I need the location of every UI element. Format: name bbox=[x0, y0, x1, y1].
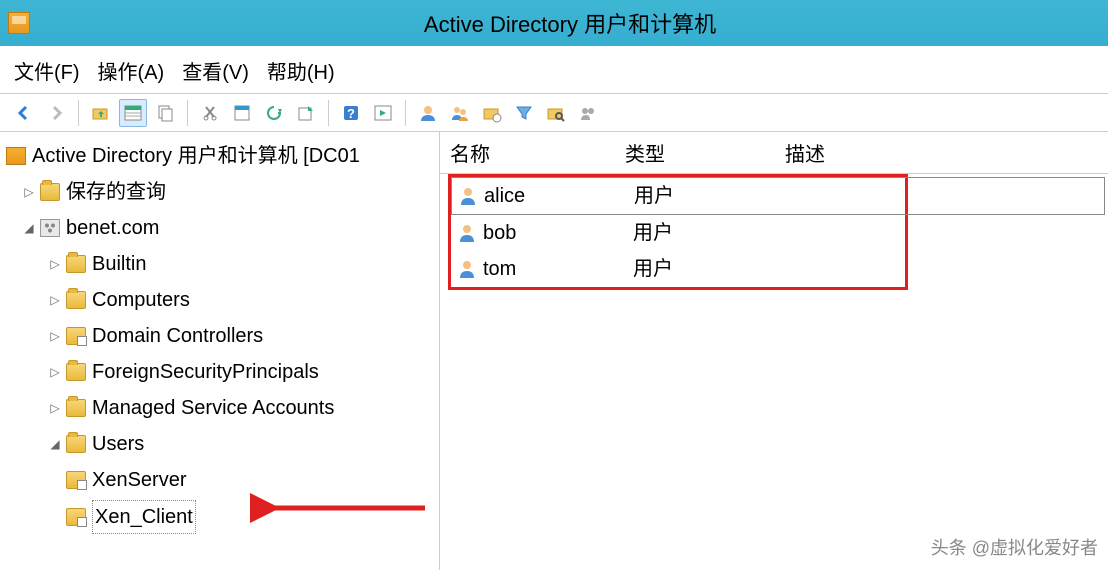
user-icon bbox=[458, 186, 478, 206]
list-row[interactable]: bob 用户 bbox=[451, 215, 905, 251]
menu-help[interactable]: 帮助(H) bbox=[267, 56, 335, 85]
new-group-button[interactable] bbox=[446, 99, 474, 127]
tree-msa-label: Managed Service Accounts bbox=[92, 392, 334, 424]
toolbar: ? bbox=[0, 94, 1108, 132]
find-button[interactable] bbox=[542, 99, 570, 127]
expand-icon[interactable]: ▷ bbox=[48, 257, 62, 271]
expand-icon[interactable]: ▷ bbox=[48, 329, 62, 343]
tree-saved-queries[interactable]: ▷ 保存的查询 bbox=[4, 174, 435, 210]
cut-button[interactable] bbox=[196, 99, 224, 127]
toolbar-separator bbox=[187, 100, 188, 126]
ou-icon bbox=[66, 471, 86, 489]
tree-foreign-security-principals[interactable]: ▷ ForeignSecurityPrincipals bbox=[4, 354, 435, 390]
details-view-button[interactable] bbox=[119, 99, 147, 127]
tree-builtin-label: Builtin bbox=[92, 248, 146, 280]
mmc-icon bbox=[6, 147, 26, 165]
toolbar-separator bbox=[328, 100, 329, 126]
tree-domain-controllers[interactable]: ▷ Domain Controllers bbox=[4, 318, 435, 354]
tree-domain[interactable]: ◢ benet.com bbox=[4, 210, 435, 246]
list-row[interactable]: alice 用户 bbox=[451, 177, 1105, 215]
domain-icon bbox=[40, 219, 60, 237]
expand-icon[interactable]: ▷ bbox=[48, 365, 62, 379]
refresh-button[interactable] bbox=[260, 99, 288, 127]
toolbar-separator bbox=[78, 100, 79, 126]
expand-icon[interactable]: ▷ bbox=[22, 185, 36, 199]
new-ou-button[interactable] bbox=[478, 99, 506, 127]
tree-dc-label: Domain Controllers bbox=[92, 320, 263, 352]
collapse-icon[interactable]: ◢ bbox=[48, 437, 62, 451]
toolbar-separator bbox=[405, 100, 406, 126]
tree-managed-service-accounts[interactable]: ▷ Managed Service Accounts bbox=[4, 390, 435, 426]
tree-xenclient-label: Xen_Client bbox=[92, 500, 196, 534]
user-icon bbox=[457, 259, 477, 279]
tree-users[interactable]: ◢ Users bbox=[4, 426, 435, 462]
folder-icon bbox=[66, 255, 86, 273]
add-to-group-button[interactable] bbox=[574, 99, 602, 127]
list-cell-type: 用户 bbox=[633, 219, 793, 247]
list-row[interactable]: tom 用户 bbox=[451, 251, 905, 287]
menu-action[interactable]: 操作(A) bbox=[98, 56, 165, 85]
folder-icon bbox=[66, 399, 86, 417]
tree-xenclient[interactable]: Xen_Client bbox=[4, 498, 435, 536]
tree-builtin[interactable]: ▷ Builtin bbox=[4, 246, 435, 282]
tree-computers-label: Computers bbox=[92, 284, 190, 316]
tree-saved-queries-label: 保存的查询 bbox=[66, 176, 166, 208]
expand-icon[interactable]: ▷ bbox=[48, 293, 62, 307]
menubar: 文件(F) 操作(A) 查看(V) 帮助(H) bbox=[0, 46, 1108, 94]
properties-button[interactable] bbox=[228, 99, 256, 127]
copy-button[interactable] bbox=[151, 99, 179, 127]
column-header-description[interactable]: 描述 bbox=[785, 138, 1098, 167]
content-split: Active Directory 用户和计算机 [DC01 ▷ 保存的查询 ◢ … bbox=[0, 132, 1108, 570]
forward-button[interactable] bbox=[42, 99, 70, 127]
folder-icon bbox=[66, 291, 86, 309]
watermark: 头条 @虚拟化爱好者 bbox=[931, 534, 1098, 560]
svg-text:?: ? bbox=[347, 106, 355, 121]
list-header: 名称 类型 描述 bbox=[440, 132, 1108, 174]
help-button[interactable]: ? bbox=[337, 99, 365, 127]
app-icon bbox=[8, 12, 30, 34]
list-pane[interactable]: 名称 类型 描述 alice 用户 bob 用户 tom 用户 bbox=[440, 132, 1108, 570]
tree-root[interactable]: Active Directory 用户和计算机 [DC01 bbox=[4, 138, 435, 174]
tree-pane[interactable]: Active Directory 用户和计算机 [DC01 ▷ 保存的查询 ◢ … bbox=[0, 132, 440, 570]
ou-icon bbox=[66, 508, 86, 526]
ou-icon bbox=[66, 327, 86, 345]
column-header-type[interactable]: 类型 bbox=[625, 138, 785, 167]
filter-button[interactable] bbox=[510, 99, 538, 127]
run-button[interactable] bbox=[369, 99, 397, 127]
tree-root-label: Active Directory 用户和计算机 [DC01 bbox=[32, 140, 360, 172]
list-cell-name: bob bbox=[483, 219, 633, 247]
folder-icon bbox=[66, 435, 86, 453]
expand-icon[interactable]: ▷ bbox=[48, 401, 62, 415]
titlebar: Active Directory 用户和计算机 bbox=[0, 0, 1108, 46]
tree-users-label: Users bbox=[92, 428, 144, 460]
collapse-icon[interactable]: ◢ bbox=[22, 221, 36, 235]
up-folder-button[interactable] bbox=[87, 99, 115, 127]
user-icon bbox=[457, 223, 477, 243]
menu-view[interactable]: 查看(V) bbox=[182, 56, 249, 85]
menu-file[interactable]: 文件(F) bbox=[14, 56, 80, 85]
window-title: Active Directory 用户和计算机 bbox=[40, 7, 1100, 39]
back-button[interactable] bbox=[10, 99, 38, 127]
export-button[interactable] bbox=[292, 99, 320, 127]
list-cell-name: tom bbox=[483, 255, 633, 283]
tree-computers[interactable]: ▷ Computers bbox=[4, 282, 435, 318]
tree-domain-label: benet.com bbox=[66, 212, 159, 244]
list-cell-type: 用户 bbox=[634, 182, 794, 210]
folder-icon bbox=[40, 183, 60, 201]
tree-xenserver[interactable]: XenServer bbox=[4, 462, 435, 498]
tree-fsp-label: ForeignSecurityPrincipals bbox=[92, 356, 319, 388]
new-user-button[interactable] bbox=[414, 99, 442, 127]
list-rows-highlight: alice 用户 bob 用户 tom 用户 bbox=[448, 174, 908, 290]
list-cell-name: alice bbox=[484, 182, 634, 210]
list-cell-type: 用户 bbox=[633, 255, 793, 283]
tree-xenserver-label: XenServer bbox=[92, 464, 187, 496]
column-header-name[interactable]: 名称 bbox=[450, 138, 625, 167]
folder-icon bbox=[66, 363, 86, 381]
